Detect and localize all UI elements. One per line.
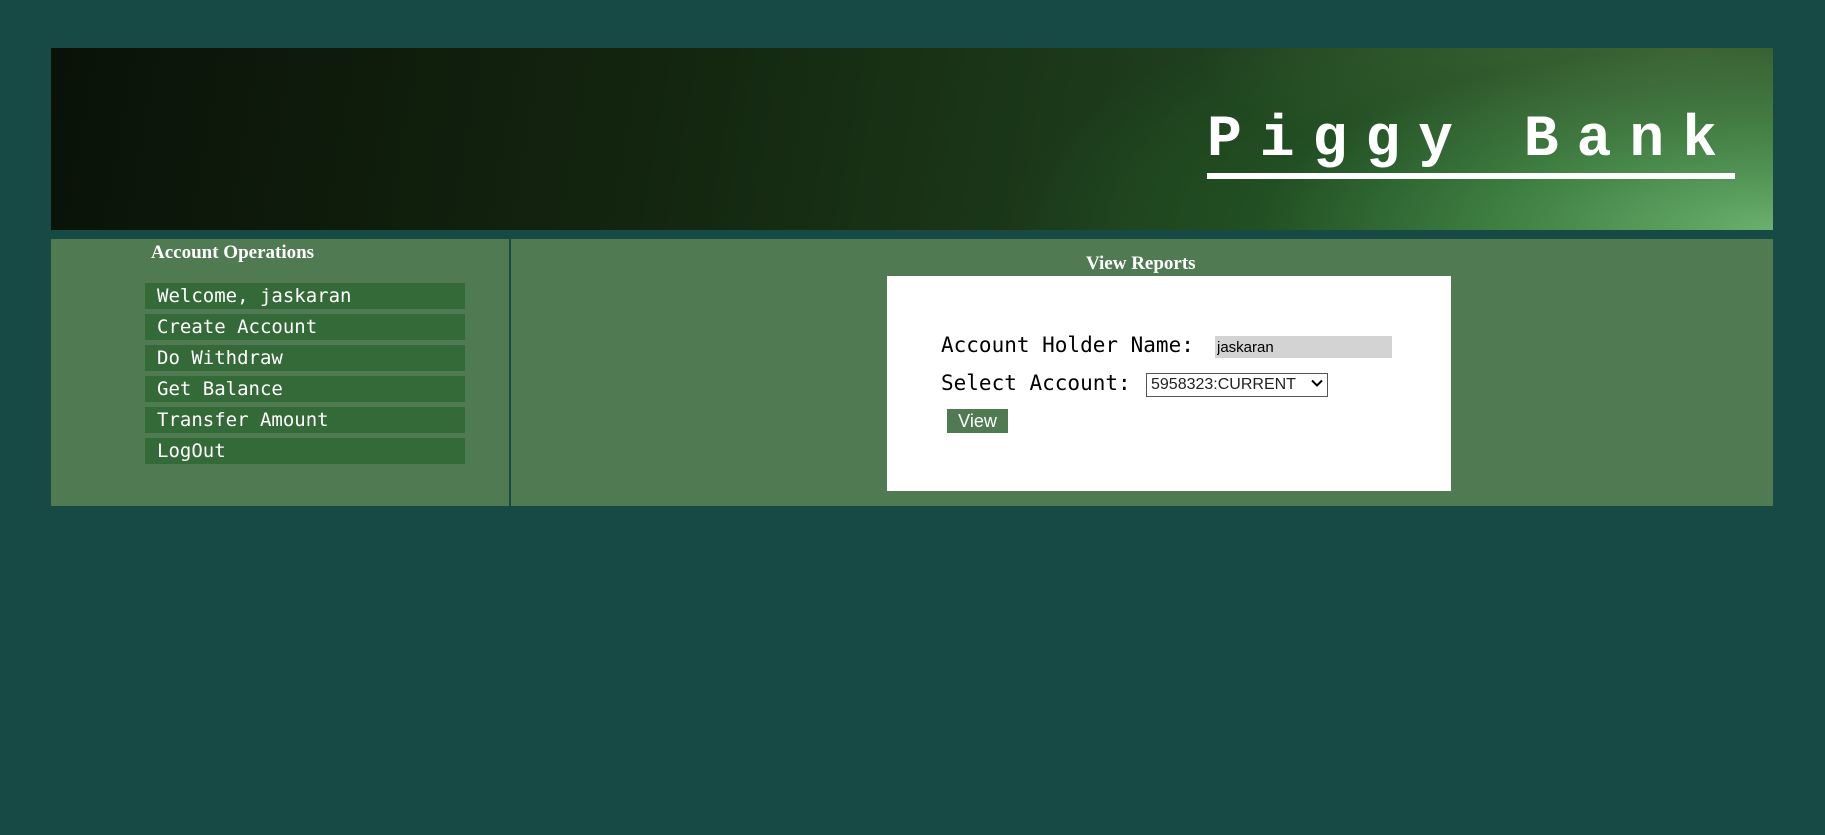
menu-item-get-balance[interactable]: Get Balance xyxy=(145,376,465,402)
view-button[interactable]: View xyxy=(947,409,1008,433)
view-reports-form: Account Holder Name: Select Account: 595… xyxy=(887,276,1451,491)
chevron-down-icon xyxy=(1311,379,1323,387)
account-operations-heading: Account Operations xyxy=(151,242,315,263)
account-select-value: 5958323:CURRENT xyxy=(1151,376,1296,393)
account-operations-panel: Account Operations Welcome, jaskaran Cre… xyxy=(51,239,509,506)
account-operations-menu: Welcome, jaskaran Create Account Do With… xyxy=(145,283,465,469)
menu-item-logout[interactable]: LogOut xyxy=(145,438,465,464)
account-select[interactable]: 5958323:CURRENT xyxy=(1146,373,1328,397)
select-account-label: Select Account: xyxy=(941,371,1131,395)
menu-item-transfer-amount[interactable]: Transfer Amount xyxy=(145,407,465,433)
menu-item-do-withdraw[interactable]: Do Withdraw xyxy=(145,345,465,371)
account-holder-name-label: Account Holder Name: xyxy=(941,333,1194,357)
site-title: Piggy Bank xyxy=(1206,112,1735,179)
view-reports-heading: View Reports xyxy=(1086,253,1196,274)
menu-item-create-account[interactable]: Create Account xyxy=(145,314,465,340)
site-header: Piggy Bank xyxy=(51,48,1773,230)
menu-item-welcome[interactable]: Welcome, jaskaran xyxy=(145,283,465,309)
account-holder-name-field[interactable] xyxy=(1215,336,1392,358)
view-reports-panel: View Reports Account Holder Name: Select… xyxy=(511,239,1773,506)
